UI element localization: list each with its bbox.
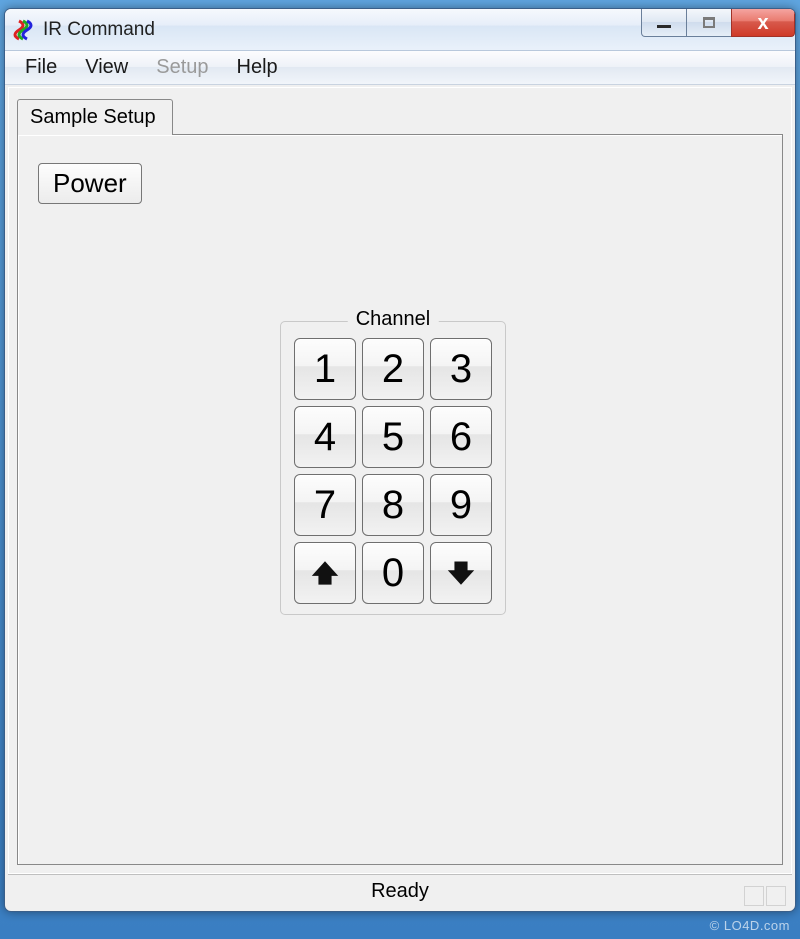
menu-view[interactable]: View xyxy=(71,52,142,83)
watermark: © LO4D.com xyxy=(710,918,790,933)
grip-icon xyxy=(766,886,786,906)
grip-icon xyxy=(744,886,764,906)
menubar: File View Setup Help xyxy=(5,51,795,85)
maximize-button[interactable] xyxy=(686,9,732,37)
keypad: 1 2 3 4 5 6 7 8 9 0 xyxy=(291,338,495,604)
key-8[interactable]: 8 xyxy=(362,474,424,536)
minimize-icon xyxy=(657,25,671,28)
status-text: Ready xyxy=(8,880,792,903)
key-4[interactable]: 4 xyxy=(294,406,356,468)
statusbar: Ready xyxy=(8,874,792,908)
titlebar: IR Command x xyxy=(5,9,795,51)
arrow-up-icon xyxy=(310,558,340,588)
key-0[interactable]: 0 xyxy=(362,542,424,604)
menu-setup[interactable]: Setup xyxy=(142,52,222,83)
tabstrip: Sample Setup xyxy=(17,98,791,134)
key-3[interactable]: 3 xyxy=(430,338,492,400)
key-6[interactable]: 6 xyxy=(430,406,492,468)
tab-page: Power Channel 1 2 3 4 5 6 7 8 9 xyxy=(17,134,783,865)
app-window: IR Command x File View Setup Help Sample… xyxy=(4,8,796,912)
key-9[interactable]: 9 xyxy=(430,474,492,536)
minimize-button[interactable] xyxy=(641,9,687,37)
app-icon xyxy=(13,19,35,41)
window-controls: x xyxy=(642,9,795,37)
key-5[interactable]: 5 xyxy=(362,406,424,468)
key-channel-down[interactable] xyxy=(430,542,492,604)
channel-label: Channel xyxy=(348,308,439,331)
close-icon: x xyxy=(757,13,768,33)
key-2[interactable]: 2 xyxy=(362,338,424,400)
resize-grip[interactable] xyxy=(744,880,790,906)
client-area: Sample Setup Power Channel 1 2 3 4 5 6 7… xyxy=(8,87,792,874)
key-1[interactable]: 1 xyxy=(294,338,356,400)
menu-help[interactable]: Help xyxy=(223,52,292,83)
arrow-down-icon xyxy=(446,558,476,588)
tab-sample-setup[interactable]: Sample Setup xyxy=(17,99,173,135)
window-title: IR Command xyxy=(43,19,155,41)
key-channel-up[interactable] xyxy=(294,542,356,604)
channel-keypad-group: Channel 1 2 3 4 5 6 7 8 9 0 xyxy=(280,321,506,615)
maximize-icon xyxy=(703,17,715,28)
key-7[interactable]: 7 xyxy=(294,474,356,536)
power-button[interactable]: Power xyxy=(38,163,142,204)
menu-file[interactable]: File xyxy=(11,52,71,83)
close-button[interactable]: x xyxy=(731,9,795,37)
